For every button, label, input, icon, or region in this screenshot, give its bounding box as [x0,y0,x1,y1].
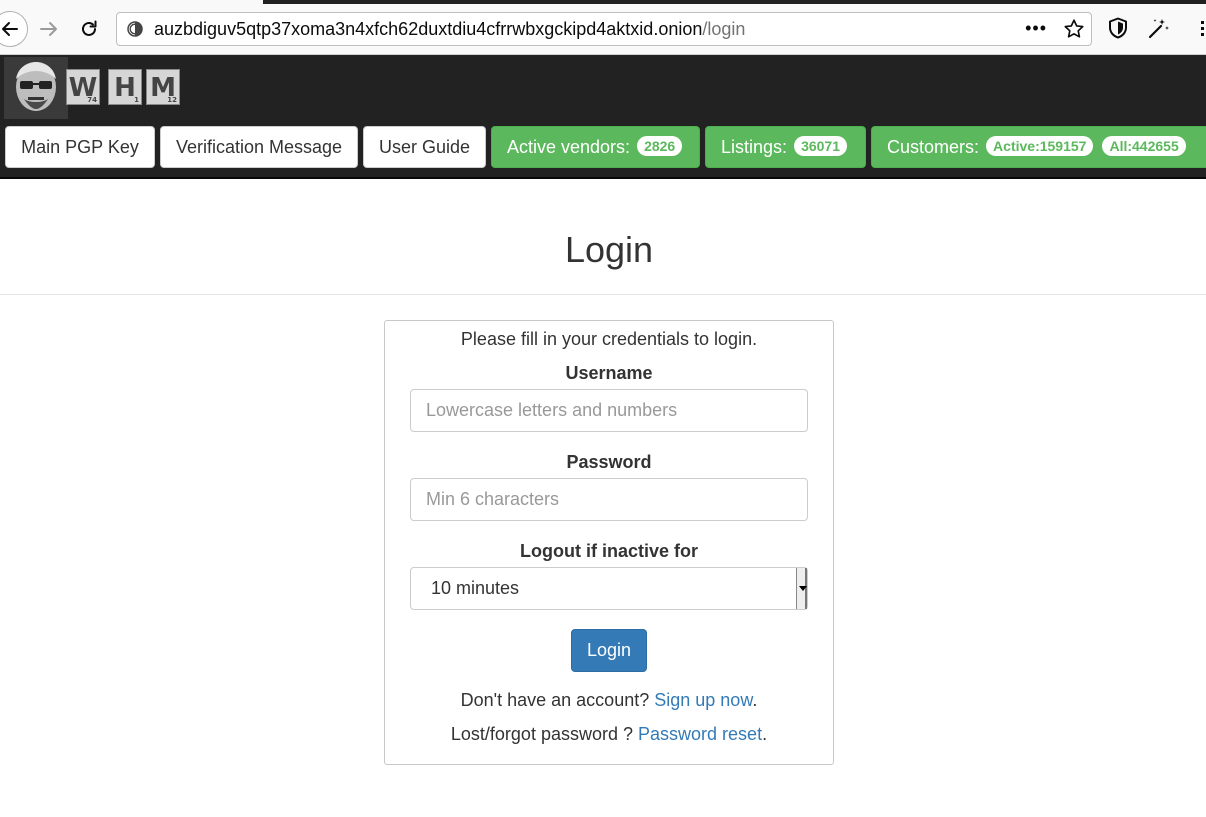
user-guide-button[interactable]: User Guide [363,126,486,168]
url-host: auzbdiguv5qtp37xoma3n4xfch62duxtdiu4cfrr… [154,19,703,39]
logout-timeout-select[interactable]: 10 minutes [410,567,808,610]
back-arrow-icon [2,22,18,36]
signup-period: . [752,690,758,710]
dropdown-arrow-icon[interactable] [796,568,807,609]
logout-timeout-value: 10 minutes [431,578,520,598]
login-submit-button[interactable]: Login [571,629,647,672]
browser-toolbar: auzbdiguv5qtp37xoma3n4xfch62duxtdiu4cfrr… [0,0,1206,55]
signup-prompt: Don't have an account? [460,690,650,710]
security-settings-wand-icon[interactable] [1147,16,1171,40]
main-pgp-key-button[interactable]: Main PGP Key [5,126,155,168]
verification-message-button[interactable]: Verification Message [160,126,358,168]
password-label: Password [566,452,652,472]
title-divider [0,294,1206,295]
signup-line: Don't have an account? Sign up now. [385,689,833,711]
username-label: Username [565,363,653,383]
password-input[interactable] [410,478,808,521]
sign-up-link[interactable]: Sign up now [654,690,752,710]
page-title: Login [564,229,654,270]
active-vendors-button[interactable]: Active vendors: 2826 [491,126,700,168]
username-input[interactable] [410,389,808,432]
logout-timeout-label: Logout if inactive for [520,541,698,561]
bookmark-star-icon[interactable] [1063,18,1085,40]
url-text[interactable]: auzbdiguv5qtp37xoma3n4xfch62duxtdiu4cfrr… [154,13,745,45]
active-vendors-badge: 2826 [637,136,683,156]
password-reset-prompt: Lost/forgot password ? [450,724,633,744]
reload-icon [82,20,97,36]
customers-active-badge: Active:159157 [986,136,1094,156]
logo-portrait-icon [4,57,68,119]
back-button[interactable] [0,11,28,47]
listings-label: Listings: [721,137,788,157]
listings-badge: 36071 [794,136,847,156]
url-path: /login [702,19,746,39]
site-logo[interactable]: W 74 H1 M 12 [4,57,184,119]
address-bar[interactable]: auzbdiguv5qtp37xoma3n4xfch62duxtdiu4cfrr… [116,12,1092,46]
reset-period: . [762,724,768,744]
onion-site-icon [127,21,143,37]
tab-strip-edge [263,0,1206,4]
logo-letter-w: W 74 [66,69,100,105]
site-header: W 74 H1 M 12 Main PGP Key Verification Mes… [0,55,1206,179]
forward-arrow-icon [40,22,57,36]
customers-all-badge: All:442655 [1102,136,1186,156]
logo-letter-m: M 12 [146,69,180,105]
reload-button[interactable] [72,12,106,46]
customers-label: Customers: [887,137,980,157]
login-form-panel: Please fill in your credentials to login… [384,320,834,765]
password-reset-link[interactable]: Password reset [638,724,762,744]
password-reset-line: Lost/forgot password ? Password reset. [385,723,833,745]
hamburger-menu-icon[interactable] [1196,16,1206,40]
active-vendors-label: Active vendors: [507,137,631,157]
forward-button[interactable] [32,12,66,46]
logo-letter-h: H1 [108,69,142,105]
login-instructions: Please fill in your credentials to login… [460,329,758,349]
page-actions-menu-button[interactable]: ••• [1025,13,1047,45]
listings-button[interactable]: Listings: 36071 [705,126,866,168]
shield-icon[interactable] [1106,16,1130,40]
customers-button[interactable]: Customers: Active:159157 All:442655 [871,126,1206,168]
